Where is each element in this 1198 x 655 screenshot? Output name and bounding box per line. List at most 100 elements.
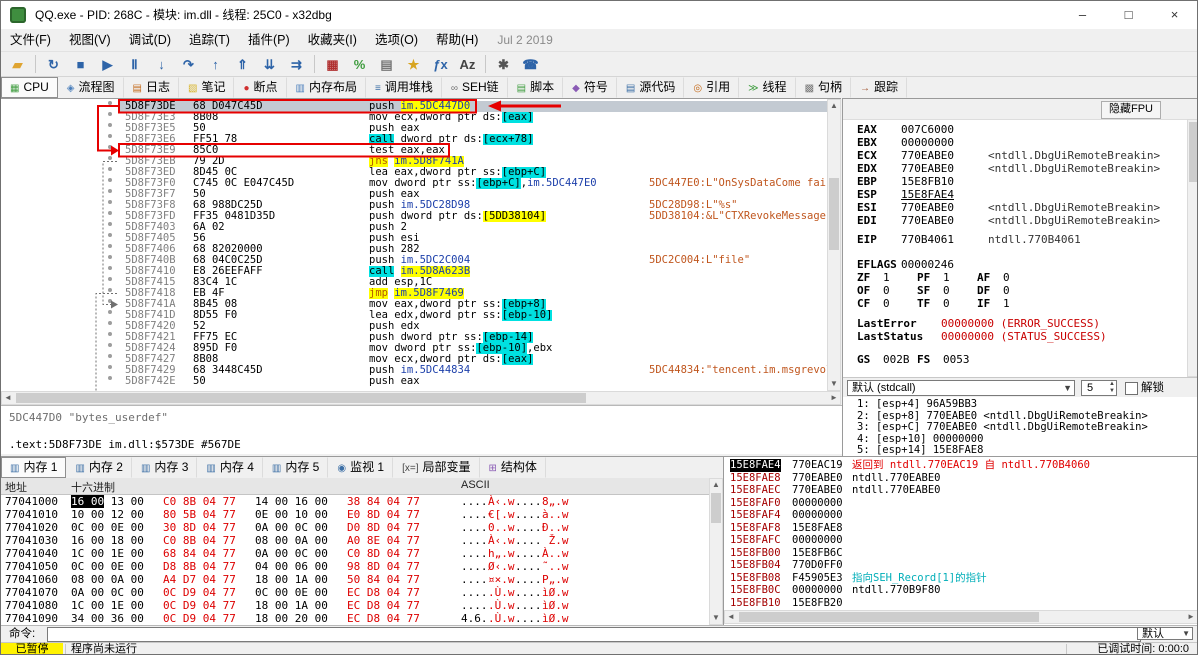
disasm-row[interactable]: 5D8F73FD FF35 0481D35D push dword ptr ds:[…	[1, 211, 827, 222]
tab-memory-1[interactable]: ▥ 内存 1	[1, 457, 67, 478]
memory-row[interactable]: 77041050 0C 00 0E 00 D8 8B 04 77 04 00 06 0…	[1, 560, 707, 573]
tab-source[interactable]: ▤ 源代码	[617, 77, 685, 98]
stack-row[interactable]: 15E8FAE8 770EABE0 ntdll.770EABE0	[724, 472, 1197, 485]
disasm-row[interactable]: 5D8F7420 52 push edx	[1, 321, 827, 332]
memory-row[interactable]: 77041070 0A 00 0C 00 0C D9 04 77 0C 00 0E 0…	[1, 586, 707, 599]
disassembly-horizontal-scrollbar[interactable]: ◄ ►	[1, 391, 841, 405]
disasm-row[interactable]: 5D8F741D 8D55 F0 lea edx,dword ptr ss:[ebp…	[1, 310, 827, 321]
tab-memory-4[interactable]: ▥ 内存 4	[197, 457, 263, 478]
disasm-row[interactable]: 5D8F73DE 68 D047C45D push im.5DC447D0	[1, 101, 827, 112]
settings-button[interactable]: ✱	[491, 53, 516, 77]
memory-row[interactable]: 77041020 0C 00 0E 00 30 8D 04 77 0A 00 0C 0…	[1, 521, 707, 534]
stop-button[interactable]: ■	[68, 53, 93, 77]
calling-convention-select[interactable]: 默认 (stdcall) ▼	[847, 380, 1075, 396]
assembler-button[interactable]: ƒx	[428, 53, 453, 77]
disassembly-vertical-scrollbar[interactable]: ▲ ▼	[827, 99, 841, 391]
scroll-left-arrow[interactable]: ◄	[2, 392, 14, 404]
register-edx[interactable]: EDX 770EABE0 <ntdll.DbgUiRemoteBreakin>	[857, 162, 1160, 175]
scroll-up-arrow[interactable]: ▲	[710, 479, 722, 491]
register-edi[interactable]: EDI 770EABE0 <ntdll.DbgUiRemoteBreakin>	[857, 214, 1160, 227]
menu-item[interactable]: 视图(V)	[60, 29, 120, 51]
register-eflags[interactable]: EFLAGS 00000246	[857, 258, 954, 271]
memory-row[interactable]: 77041090 34 00 36 00 0C D9 04 77 18 00 20 0…	[1, 612, 707, 625]
registers-scrollbar[interactable]	[1187, 119, 1197, 377]
tab-references[interactable]: ◎ 引用	[684, 77, 740, 98]
tab-memory-map[interactable]: ▥ 内存布局	[287, 77, 366, 98]
tab-cpu[interactable]: ▦ CPU	[1, 77, 58, 98]
stack-row[interactable]: 15E8FB04 770D0FF0	[724, 559, 1197, 572]
disasm-row[interactable]: 5D8F73E6 FF51 78 call dword ptr ds:[ecx+78…	[1, 134, 827, 145]
tab-script[interactable]: ▤ 脚本	[508, 77, 564, 98]
tab-trace[interactable]: → 跟踪	[851, 77, 908, 98]
disasm-row[interactable]: 5D8F73F8 68 988DC25D push im.5DC28D98 5DC28…	[1, 200, 827, 211]
scroll-thumb[interactable]	[711, 493, 721, 523]
trace-coverage-button[interactable]: %	[347, 53, 372, 77]
stack-row[interactable]: 15E8FB0C 00000000 ntdll.770B9F80	[724, 584, 1197, 597]
tab-breakpoints[interactable]: ● 断点	[234, 77, 287, 98]
stack-row[interactable]: 15E8FAF8 15E8FAE8	[724, 522, 1197, 535]
stack-row[interactable]: 15E8FAF0 00000000	[724, 497, 1197, 510]
command-input[interactable]	[47, 627, 1141, 642]
disasm-row[interactable]: 5D8F7405 56 push esi	[1, 233, 827, 244]
disasm-row[interactable]: 5D8F7429 68 3448C45D push im.5DC44834 5DC44…	[1, 365, 827, 376]
memory-row[interactable]: 77041030 16 00 18 00 C0 8B 04 77 08 00 0A 0…	[1, 534, 707, 547]
command-mode-select[interactable]: 默认 ▼	[1137, 627, 1193, 640]
scroll-thumb[interactable]	[829, 178, 839, 250]
register-esp[interactable]: ESP 15E8FAE4	[857, 188, 954, 201]
tab-watch-1[interactable]: ◉ 监视 1	[328, 457, 394, 478]
stack-row[interactable]: 15E8FAE4 770EAC19 返回到 ntdll.770EAC19 自 ntd…	[724, 459, 1197, 472]
memory-row[interactable]: 77041040 1C 00 1E 00 68 84 04 77 0A 00 0C 0…	[1, 547, 707, 560]
trace-into-button[interactable]: ⇊	[257, 53, 282, 77]
favourites-button[interactable]: ★	[401, 53, 426, 77]
patches-button[interactable]: ▦	[320, 53, 345, 77]
scroll-down-arrow[interactable]: ▼	[710, 612, 722, 624]
disasm-row[interactable]: 5D8F7421 FF75 EC push dword ptr ss:[ebp-14…	[1, 332, 827, 343]
argument-row[interactable]: 3: [esp+C] 770EABE0 <ntdll.DbgUiRemoteBr…	[843, 421, 1197, 434]
scroll-thumb[interactable]	[1189, 122, 1197, 182]
tab-threads[interactable]: ≫ 线程	[739, 77, 796, 98]
menu-item[interactable]: 帮助(H)	[427, 29, 487, 51]
open-file-button[interactable]: ▰	[5, 53, 30, 77]
tab-symbols[interactable]: ◆ 符号	[563, 77, 617, 98]
memory-row[interactable]: 77041060 08 00 0A 00 A4 D7 04 77 18 00 1A 0…	[1, 573, 707, 586]
argument-row[interactable]: 5: [esp+14] 15E8FAE8	[843, 444, 1197, 456]
attach-button[interactable]: ☎	[518, 53, 543, 77]
disasm-row[interactable]: 5D8F73E9 85C0 test eax,eax	[1, 145, 827, 156]
tab-call-stack[interactable]: ≡ 调用堆栈	[366, 77, 442, 98]
disasm-row[interactable]: 5D8F7418 EB 4F jmp im.5D8F7469	[1, 288, 827, 299]
register-eip[interactable]: EIP 770B4061 ntdll.770B4061	[857, 233, 1081, 246]
menu-item[interactable]: 追踪(T)	[180, 29, 239, 51]
stack-row[interactable]: 15E8FAEC 770EABE0 ntdll.770EABE0	[724, 484, 1197, 497]
disasm-row[interactable]: 5D8F73F0 C745 0C E047C45D mov dword ptr ss…	[1, 178, 827, 189]
restart-button[interactable]: ↻	[41, 53, 66, 77]
stack-row[interactable]: 15E8FB10 15E8FB20	[724, 597, 1197, 610]
menu-item[interactable]: 文件(F)	[1, 29, 60, 51]
argument-count-stepper[interactable]: 5 ▲ ▼	[1081, 380, 1117, 396]
register-ebx[interactable]: EBX 00000000	[857, 136, 954, 149]
scroll-right-arrow[interactable]: ►	[828, 392, 840, 404]
step-over-button[interactable]: ↷	[176, 53, 201, 77]
register-ebp[interactable]: EBP 15E8FB10	[857, 175, 954, 188]
disasm-row[interactable]: 5D8F7427 8B08 mov ecx,dword ptr ds:[eax]	[1, 354, 827, 365]
scroll-thumb[interactable]	[16, 393, 586, 403]
tab-seh-chain[interactable]: ∞ SEH链	[442, 77, 508, 98]
scroll-thumb[interactable]	[739, 612, 1039, 622]
stack-row[interactable]: 15E8FAF4 00000000	[724, 509, 1197, 522]
tab-notes[interactable]: ▧ 笔记	[179, 77, 235, 98]
menu-item[interactable]: 插件(P)	[239, 29, 299, 51]
register-ecx[interactable]: ECX 770EABE0 <ntdll.DbgUiRemoteBreakin>	[857, 149, 1160, 162]
minimize-button[interactable]: –	[1060, 1, 1105, 29]
register-eax[interactable]: EAX 007C6000	[857, 123, 954, 136]
log-button[interactable]: ▤	[374, 53, 399, 77]
scroll-up-arrow[interactable]: ▲	[828, 100, 840, 112]
disasm-row[interactable]: 5D8F742E 50 push eax	[1, 376, 827, 387]
tab-locals[interactable]: [x=] 局部变量	[393, 457, 480, 478]
run-to-user-code-button[interactable]: ⇑	[230, 53, 255, 77]
memory-row[interactable]: 77041010 10 00 12 00 80 5B 04 77 0E 00 10 0…	[1, 508, 707, 521]
trace-over-button[interactable]: ⇉	[284, 53, 309, 77]
run-button[interactable]: ▶	[95, 53, 120, 77]
disasm-row[interactable]: 5D8F7403 6A 02 push 2	[1, 222, 827, 233]
scroll-left-arrow[interactable]: ◄	[725, 611, 737, 623]
stack-row[interactable]: 15E8FB00 15E8FB6C	[724, 547, 1197, 560]
stack-horizontal-scrollbar[interactable]: ◄ ►	[724, 610, 1197, 624]
